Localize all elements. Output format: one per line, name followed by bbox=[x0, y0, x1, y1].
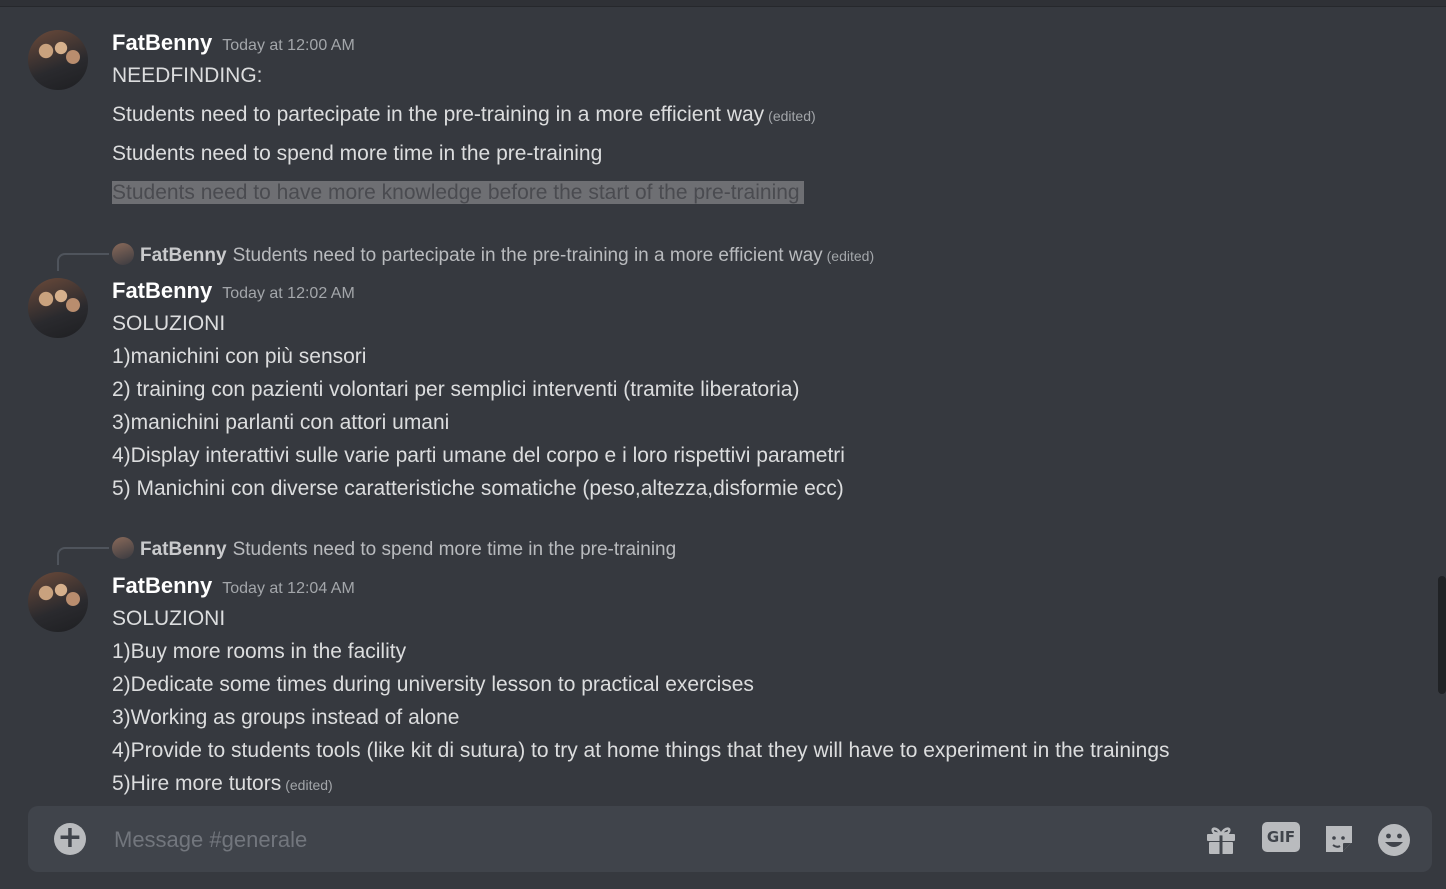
reply-spine bbox=[57, 253, 109, 271]
timestamp: Today at 12:02 AM bbox=[222, 285, 355, 302]
message-line: 2) training con pazienti volontari per s… bbox=[112, 378, 800, 401]
username[interactable]: FatBenny bbox=[112, 30, 212, 55]
message-line: Students need to spend more time in the … bbox=[112, 142, 603, 165]
avatar[interactable] bbox=[28, 278, 88, 338]
reply-text[interactable]: Students need to partecipate in the pre-… bbox=[233, 245, 823, 266]
plus-circle-icon[interactable]: + bbox=[54, 823, 86, 855]
reply-text[interactable]: Students need to spend more time in the … bbox=[233, 539, 677, 560]
message-line-selected: Students need to have more knowledge bef… bbox=[112, 178, 804, 208]
message-line: 4)Provide to students tools (like kit di… bbox=[112, 739, 1170, 762]
reply-avatar bbox=[112, 537, 134, 559]
message-header: FatBenny Today at 12:02 AM bbox=[112, 278, 355, 306]
sticker-icon-graphic bbox=[1326, 826, 1352, 852]
edited-marker: (edited) bbox=[768, 108, 816, 124]
message-header: FatBenny Today at 12:04 AM bbox=[112, 573, 355, 601]
timestamp: Today at 12:00 AM bbox=[222, 37, 355, 54]
avatar[interactable] bbox=[28, 30, 88, 90]
message-line: 3)Working as groups instead of alone bbox=[112, 706, 460, 729]
message-line: 4)Display interattivi sulle varie parti … bbox=[112, 444, 845, 467]
gif-label: GIF bbox=[1262, 822, 1300, 852]
scrollbar-track[interactable] bbox=[1438, 8, 1446, 798]
message-line: 1)Buy more rooms in the facility bbox=[112, 640, 407, 663]
message-line: 1)manichini con più sensori bbox=[112, 345, 367, 368]
gift-icon[interactable] bbox=[1204, 822, 1238, 856]
emoji-icon-graphic bbox=[1378, 824, 1410, 856]
message-line: 5)Hire more tutors (edited) bbox=[112, 772, 333, 795]
message-composer: + GIF bbox=[28, 806, 1432, 872]
scrollbar-thumb[interactable] bbox=[1438, 576, 1446, 694]
message-line: Students need to partecipate in the pre-… bbox=[112, 103, 816, 126]
reply-reference[interactable]: FatBenny Students need to spend more time… bbox=[112, 537, 676, 563]
message-line: SOLUZIONI bbox=[112, 312, 226, 335]
message-line: NEEDFINDING: bbox=[112, 64, 263, 87]
avatar[interactable] bbox=[28, 572, 88, 632]
message-input[interactable] bbox=[112, 820, 1196, 860]
reply-username[interactable]: FatBenny bbox=[140, 539, 227, 560]
reply-avatar bbox=[112, 243, 134, 265]
reply-spine bbox=[57, 547, 109, 565]
message-header: FatBenny Today at 12:00 AM bbox=[112, 30, 355, 58]
emoji-icon[interactable] bbox=[1376, 822, 1410, 856]
reply-username[interactable]: FatBenny bbox=[140, 245, 227, 266]
username[interactable]: FatBenny bbox=[112, 278, 212, 303]
timestamp: Today at 12:04 AM bbox=[222, 580, 355, 597]
message-list: FatBenny Today at 12:00 AM NEEDFINDING: S… bbox=[0, 0, 1436, 800]
edited-marker: (edited) bbox=[826, 248, 875, 264]
edited-marker: (edited) bbox=[285, 777, 333, 793]
sticker-icon[interactable] bbox=[1322, 822, 1356, 856]
gift-icon-graphic bbox=[1207, 827, 1235, 854]
message-line: 5) Manichini con diverse caratteristiche… bbox=[112, 477, 844, 500]
reply-reference[interactable]: FatBenny Students need to partecipate in … bbox=[112, 243, 874, 269]
message-line: 2)Dedicate some times during university … bbox=[112, 673, 754, 696]
username[interactable]: FatBenny bbox=[112, 573, 212, 598]
message-line: 3)manichini parlanti con attori umani bbox=[112, 411, 450, 434]
gif-icon[interactable]: GIF bbox=[1262, 822, 1300, 856]
message-line: SOLUZIONI bbox=[112, 607, 226, 630]
